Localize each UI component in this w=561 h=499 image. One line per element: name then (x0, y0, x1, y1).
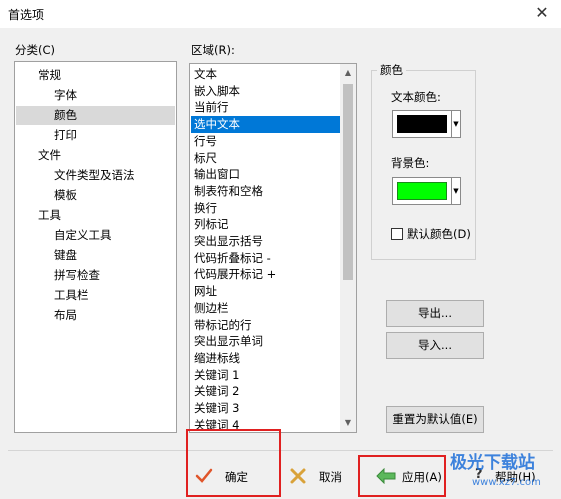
region-list-item[interactable]: 标尺 (191, 150, 340, 167)
ok-highlight-box (186, 429, 281, 497)
category-item[interactable]: 键盘 (16, 246, 175, 265)
category-item[interactable]: 打印 (16, 126, 175, 145)
region-list-item[interactable]: 嵌入脚本 (191, 83, 340, 100)
default-color-label: 默认颜色(D) (407, 227, 471, 241)
window-title: 首选项 (8, 8, 45, 22)
scroll-up-icon[interactable]: ▲ (340, 66, 356, 80)
text-color-label: 文本颜色: (391, 90, 441, 104)
region-list-item[interactable]: 缩进标线 (191, 350, 340, 367)
region-list-item[interactable]: 输出窗口 (191, 166, 340, 183)
bg-color-picker[interactable] (392, 177, 452, 205)
apply-highlight-box (358, 455, 446, 497)
watermark-text: 极光下载站 (450, 453, 535, 473)
region-list-item[interactable]: 网址 (191, 283, 340, 300)
default-color-checkbox[interactable] (391, 228, 403, 240)
region-list-item[interactable]: 行号 (191, 133, 340, 150)
region-list-item[interactable]: 侧边栏 (191, 300, 340, 317)
reset-default-button[interactable]: 重置为默认值(E) (386, 406, 484, 433)
region-list-item[interactable]: 文本 (191, 66, 340, 83)
category-label: 分类(C) (15, 43, 56, 57)
scrollbar-thumb[interactable] (343, 84, 353, 280)
text-color-picker[interactable] (392, 110, 452, 138)
region-list-item[interactable]: 关键词 1 (191, 367, 340, 384)
category-item[interactable]: 字体 (16, 86, 175, 105)
category-item[interactable]: 颜色 (16, 106, 175, 125)
category-item[interactable]: 模板 (16, 186, 175, 205)
text-color-dropdown-icon[interactable]: ▼ (451, 110, 461, 138)
cancel-label: 取消 (319, 470, 342, 484)
cancel-button[interactable]: 取消 (289, 463, 359, 489)
category-item[interactable]: 拼写检查 (16, 266, 175, 285)
category-item[interactable]: 文件 (16, 146, 175, 165)
category-item[interactable]: 工具栏 (16, 286, 175, 305)
region-list-item[interactable]: 换行 (191, 200, 340, 217)
export-button[interactable]: 导出... (386, 300, 484, 327)
region-list-item[interactable]: 带标记的行 (191, 317, 340, 334)
category-item[interactable]: 自定义工具 (16, 226, 175, 245)
category-item[interactable]: 文件类型及语法 (16, 166, 175, 185)
category-item[interactable]: 布局 (16, 306, 175, 325)
color-group-label: 颜色 (377, 62, 406, 78)
region-list-item[interactable]: 代码折叠标记 - (191, 250, 340, 267)
import-button[interactable]: 导入... (386, 332, 484, 359)
region-list-item[interactable]: 关键词 2 (191, 383, 340, 400)
region-list-item[interactable]: 制表符和空格 (191, 183, 340, 200)
bg-color-swatch (397, 182, 447, 200)
scroll-down-icon[interactable]: ▼ (340, 416, 356, 430)
bg-color-label: 背景色: (391, 156, 430, 170)
region-list[interactable]: ▲ ▼ 文本 嵌入脚本 当前行 选中文本 行号 标尺 输出窗口 制表符和空格 换行 列标记 突出显示… (189, 63, 357, 433)
category-item[interactable]: 常规 (16, 66, 175, 85)
close-icon[interactable]: ✕ (530, 2, 554, 24)
region-list-item[interactable]: 列标记 (191, 216, 340, 233)
region-list-item[interactable]: 突出显示单词 (191, 333, 340, 350)
region-label: 区域(R): (191, 43, 235, 57)
cancel-x-icon (290, 468, 306, 484)
region-scrollbar[interactable]: ▲ ▼ (340, 64, 356, 432)
title-bar (0, 0, 561, 28)
bg-color-dropdown-icon[interactable]: ▼ (451, 177, 461, 205)
region-list-item[interactable]: 当前行 (191, 99, 340, 116)
category-tree[interactable]: 常规 字体 颜色 打印 文件 文件类型及语法 模板 工具 自定义工具 键盘 拼写检查 工具栏 布局 (14, 61, 177, 433)
category-item[interactable]: 工具 (16, 206, 175, 225)
watermark-url: www.xz7.com (472, 477, 541, 488)
text-color-swatch (397, 115, 447, 133)
region-list-item[interactable]: 代码展开标记 + (191, 266, 340, 283)
region-list-item[interactable]: 关键词 3 (191, 400, 340, 417)
region-list-item[interactable]: 突出显示括号 (191, 233, 340, 250)
region-list-item[interactable]: 选中文本 (191, 116, 340, 133)
